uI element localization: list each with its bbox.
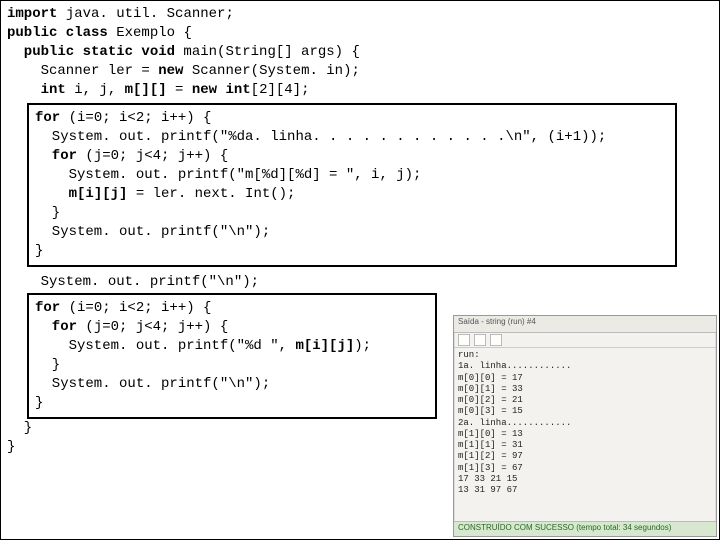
output-line: m[1][3] = 67	[458, 463, 712, 474]
matrix-assign: m[i][j]	[69, 186, 128, 202]
kw-for: for	[35, 148, 77, 164]
code-block-box1: for (i=0; i<2; i++) { System. out. print…	[35, 109, 669, 260]
output-line: 13 31 97 67	[458, 485, 712, 496]
code-text: System. out. printf("%d ",	[35, 338, 295, 354]
code-text: Scanner ler =	[7, 63, 158, 79]
code-text: (j=0; j<4; j++) {	[77, 148, 228, 164]
kw-method-sig: public static void	[7, 44, 175, 60]
output-line: m[1][0] = 13	[458, 429, 712, 440]
matrix-decl: m[][]	[125, 82, 167, 98]
kw-for: for	[35, 319, 77, 335]
code-text: );	[354, 338, 371, 354]
code-text: System. out. printf("\n");	[35, 376, 270, 392]
output-line: m[0][3] = 15	[458, 406, 712, 417]
code-text: }	[7, 439, 15, 455]
code-text: System. out. printf("\n");	[35, 224, 270, 240]
code-text: (i=0; i<2; i++) {	[60, 110, 211, 126]
kw-for: for	[35, 110, 60, 126]
code-text: (j=0; j<4; j++) {	[77, 319, 228, 335]
output-titlebar: Saída - string (run) #4	[454, 316, 716, 333]
output-line: m[1][1] = 31	[458, 440, 712, 451]
kw-new: new	[158, 63, 183, 79]
kw-import: import	[7, 6, 57, 22]
code-text: = ler. next. Int();	[127, 186, 295, 202]
output-status-bar: CONSTRUÍDO COM SUCESSO (tempo total: 34 …	[454, 521, 716, 536]
code-text: [2][4];	[251, 82, 310, 98]
code-text: Exemplo {	[108, 25, 192, 41]
output-line: m[0][0] = 17	[458, 373, 712, 384]
code-text: System. out. printf("m[%d][%d] = ", i, j…	[35, 167, 421, 183]
code-text: }	[35, 205, 60, 221]
code-block-box2: for (i=0; i<2; i++) { for (j=0; j<4; j++…	[35, 299, 429, 412]
code-text: }	[35, 243, 43, 259]
toolbar-button-icon[interactable]	[458, 334, 470, 346]
output-line: m[0][2] = 21	[458, 395, 712, 406]
input-loop-box: for (i=0; i<2; i++) { System. out. print…	[27, 103, 677, 266]
output-line: m[1][2] = 97	[458, 451, 712, 462]
output-loop-box: for (i=0; i<2; i++) { for (j=0; j<4; j++…	[27, 293, 437, 418]
code-text	[35, 186, 69, 202]
kw-for: for	[35, 300, 60, 316]
code-text: i, j,	[66, 82, 125, 98]
code-text: }	[7, 420, 32, 436]
slide-page: import java. util. Scanner; public class…	[0, 0, 720, 540]
matrix-read: m[i][j]	[295, 338, 354, 354]
output-line: run:	[458, 350, 712, 361]
kw-new-int: new int	[192, 82, 251, 98]
toolbar-button-icon[interactable]	[490, 334, 502, 346]
code-text: }	[35, 357, 60, 373]
code-text: java. util. Scanner;	[57, 6, 233, 22]
output-line: 2a. linha............	[458, 418, 712, 429]
code-text: main(String[] args) {	[175, 44, 360, 60]
code-text: }	[35, 395, 43, 411]
code-block-top: import java. util. Scanner; public class…	[7, 5, 713, 99]
toolbar-button-icon[interactable]	[474, 334, 486, 346]
output-window: Saída - string (run) #4 run: 1a. linha..…	[453, 315, 717, 537]
kw-int: int	[7, 82, 66, 98]
code-text: (i=0; i<2; i++) {	[60, 300, 211, 316]
kw-public-class: public class	[7, 25, 108, 41]
code-between: System. out. printf("\n");	[7, 273, 713, 292]
output-toolbar	[454, 333, 716, 348]
code-text: =	[167, 82, 192, 98]
output-line: 1a. linha............	[458, 361, 712, 372]
output-line: 17 33 21 15	[458, 474, 712, 485]
code-text: Scanner(System. in);	[183, 63, 359, 79]
output-line: m[0][1] = 33	[458, 384, 712, 395]
output-body: run: 1a. linha............ m[0][0] = 17 …	[454, 348, 716, 496]
code-text: System. out. printf("%da. linha. . . . .…	[35, 129, 606, 145]
